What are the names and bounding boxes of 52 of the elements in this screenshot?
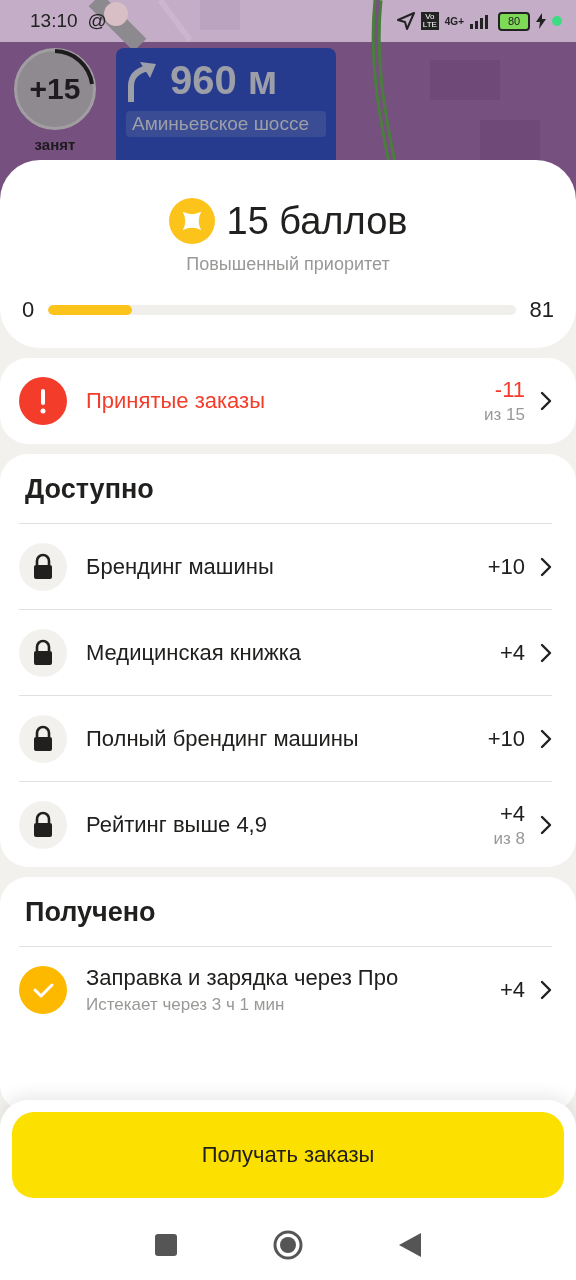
points-note: из 15 bbox=[484, 405, 525, 425]
star-coin-icon bbox=[168, 198, 215, 244]
lock-icon bbox=[19, 714, 67, 763]
driver-status: занят bbox=[34, 136, 76, 153]
location-arrow-icon bbox=[396, 12, 415, 30]
get-orders-button[interactable]: Получать заказы bbox=[12, 1112, 564, 1198]
progress-max: 81 bbox=[529, 297, 554, 323]
list-item[interactable]: Брендинг машины +10 bbox=[19, 523, 552, 609]
points-value: +10 bbox=[487, 553, 525, 580]
maneuver-distance: 960 м bbox=[170, 58, 278, 103]
lock-icon bbox=[19, 542, 67, 591]
chevron-right-icon bbox=[540, 556, 552, 577]
item-label: Брендинг машины bbox=[86, 553, 275, 580]
chevron-right-icon bbox=[540, 814, 552, 835]
list-item[interactable]: Полный брендинг машины +10 bbox=[19, 695, 552, 781]
item-sublabel: Истекает через 3 ч 1 мин bbox=[86, 994, 286, 1015]
list-item[interactable]: Рейтинг выше 4,9 +4 из 8 bbox=[19, 781, 552, 867]
points-value: +10 bbox=[487, 725, 525, 752]
back-icon[interactable] bbox=[399, 1233, 421, 1257]
network-label: 4G+ bbox=[444, 15, 464, 27]
exclamation-icon bbox=[19, 377, 67, 425]
lock-icon bbox=[19, 628, 67, 677]
list-item[interactable]: Медицинская книжка +4 bbox=[19, 609, 552, 695]
points-value: +4 bbox=[499, 800, 525, 827]
chevron-right-icon bbox=[540, 728, 552, 749]
charging-icon bbox=[536, 13, 546, 29]
score-title: 15 баллов bbox=[226, 199, 408, 243]
status-time: 13:10 bbox=[30, 10, 78, 32]
status-dot-icon bbox=[552, 16, 562, 26]
lock-icon bbox=[19, 800, 67, 849]
points-note: из 8 bbox=[493, 828, 525, 849]
item-label: Заправка и зарядка через Про bbox=[86, 964, 400, 991]
progress-min: 0 bbox=[22, 297, 35, 323]
item-label: Полный брендинг машины bbox=[86, 725, 360, 752]
section-title: Доступно bbox=[25, 474, 155, 505]
points-value: +4 bbox=[499, 976, 525, 1003]
item-label: Рейтинг выше 4,9 bbox=[86, 811, 268, 838]
list-item[interactable]: Заправка и зарядка через Про Истекает через 3 ч 1 мин +4 bbox=[19, 946, 552, 1032]
chevron-right-icon bbox=[540, 642, 552, 663]
status-at-sign: @ bbox=[87, 10, 107, 32]
item-label: Медицинская книжка bbox=[86, 639, 302, 666]
chevron-right-icon bbox=[540, 979, 552, 1000]
section-title: Получено bbox=[25, 897, 157, 928]
street-name: Аминьевское шоссе bbox=[126, 111, 326, 137]
turn-right-icon bbox=[126, 59, 156, 102]
item-label: Принятые заказы bbox=[86, 388, 266, 414]
points-value: +4 bbox=[499, 639, 525, 666]
home-icon[interactable] bbox=[273, 1230, 303, 1260]
chevron-right-icon bbox=[540, 391, 552, 411]
priority-label: Повышенный приоритет bbox=[185, 254, 391, 275]
points-value: -11 bbox=[494, 377, 525, 403]
check-icon bbox=[19, 965, 67, 1014]
